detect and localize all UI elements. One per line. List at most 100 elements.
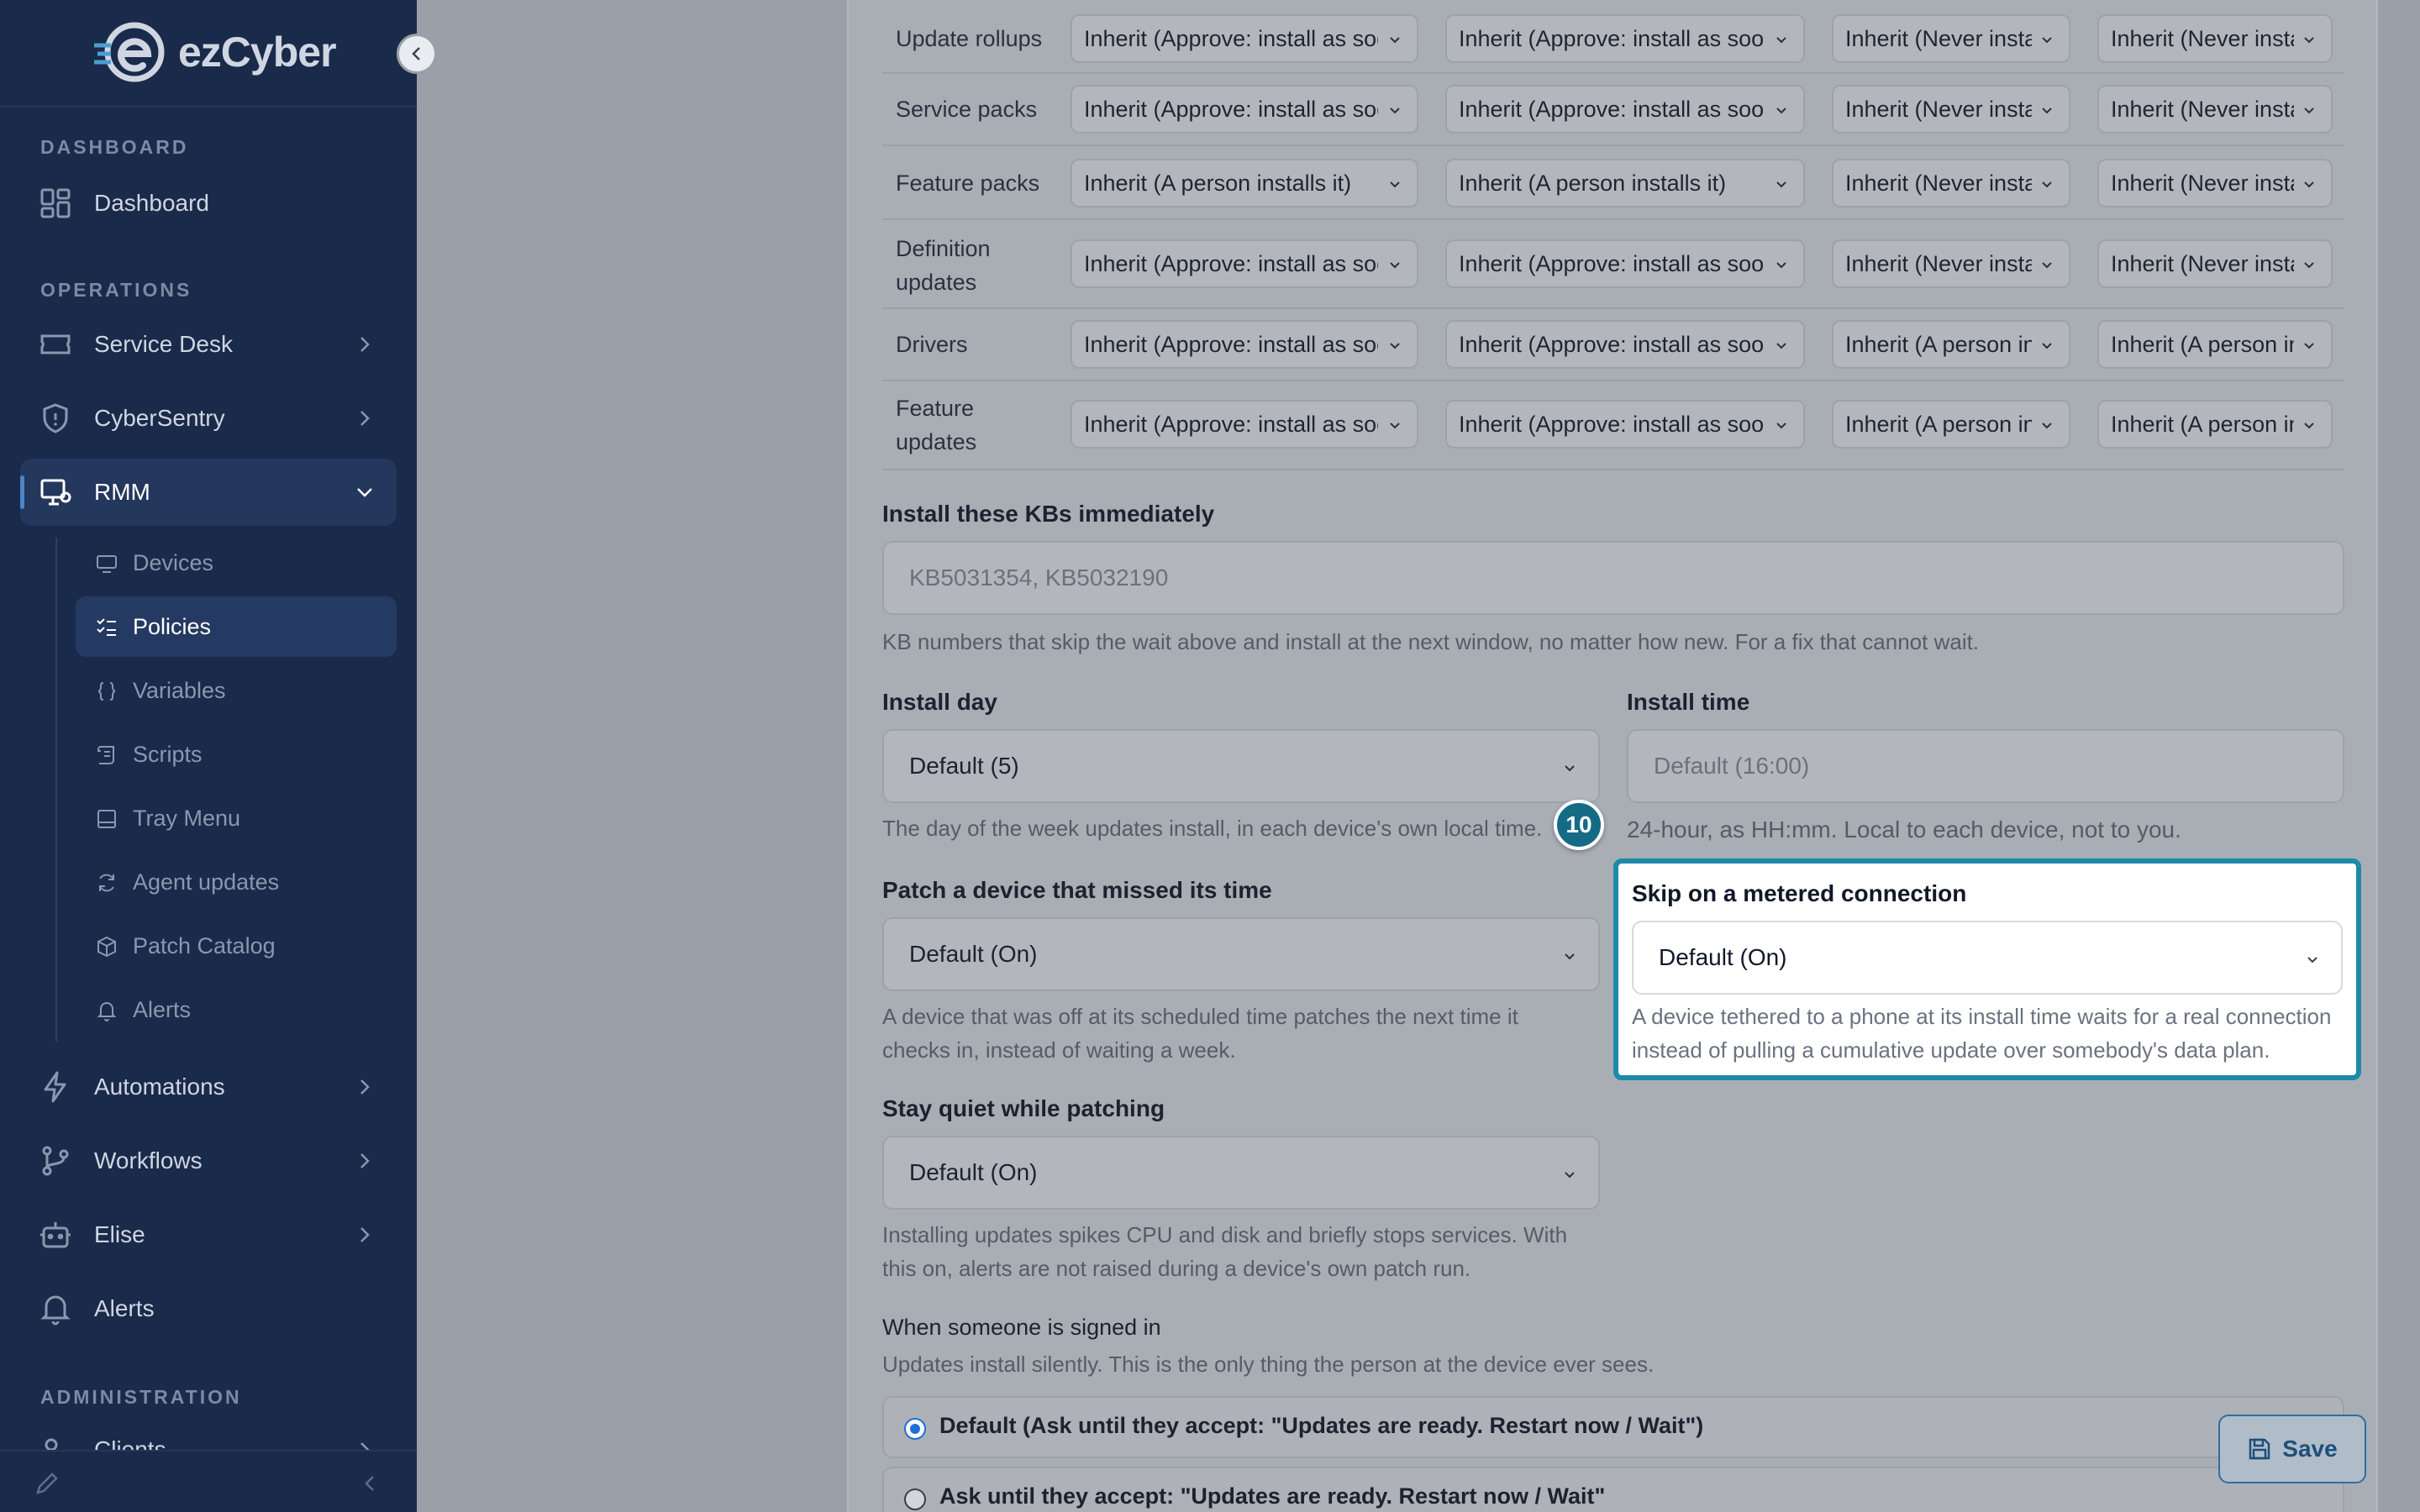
policy-select[interactable]: Inherit (A person installs it) — [1832, 400, 2070, 449]
sidebar-subitem-policies[interactable]: Policies — [76, 596, 397, 657]
row-label: updates — [896, 270, 977, 295]
policy-select[interactable]: Inherit (Never install) — [2097, 239, 2333, 288]
chevron-left-icon[interactable] — [360, 1472, 380, 1495]
policy-select[interactable]: Inherit (Never install) — [1832, 159, 2070, 207]
signed-in-label: When someone is signed in — [882, 1315, 1161, 1340]
sidebar-collapse-button[interactable] — [397, 34, 437, 74]
sidebar-item-dashboard[interactable]: Dashboard — [20, 170, 397, 237]
chevron-down-icon — [1776, 423, 1786, 429]
chevron-down-icon — [1390, 181, 1400, 188]
policy-select[interactable]: Inherit (Never install) — [2097, 14, 2333, 63]
pencil-icon[interactable] — [34, 1470, 60, 1497]
git-branch-icon — [42, 1146, 69, 1176]
sidebar-item-cybersentry[interactable]: CyberSentry — [20, 385, 397, 452]
save-button[interactable]: Save — [2218, 1415, 2366, 1483]
policy-select[interactable]: Inherit (Approve: install as soon as rel… — [1445, 320, 1805, 369]
sidebar-subitem-alerts[interactable]: Alerts — [76, 979, 397, 1040]
install-time-input[interactable]: Default (16:00) — [1627, 729, 2344, 803]
table-row: Update rollups Inherit (Approve: install… — [882, 0, 2344, 74]
policy-select[interactable]: Inherit (Approve: install as soon as rel… — [1445, 14, 1805, 63]
policy-select[interactable]: Inherit (Never install) — [1832, 85, 2070, 134]
chevron-down-icon — [1776, 343, 1786, 349]
policy-select[interactable]: Inherit (Never install) — [1832, 14, 2070, 63]
sidebar-footer — [0, 1450, 417, 1512]
sidebar-item-elise[interactable]: Elise — [20, 1201, 397, 1268]
bell-icon — [40, 1295, 71, 1326]
chevron-down-icon — [2042, 37, 2052, 44]
chevron-down-icon — [1776, 108, 1786, 114]
sidebar-subitem-variables[interactable]: Variables — [76, 660, 397, 721]
brand-logo[interactable]: ezCyber — [92, 20, 337, 84]
chevron-down-icon — [357, 488, 372, 497]
chevron-down-icon — [1390, 108, 1400, 114]
radio-button-selected[interactable] — [904, 1418, 926, 1440]
kbs-help: KB numbers that skip the wait above and … — [882, 629, 1980, 654]
policy-select[interactable]: Inherit (Never install) — [2097, 85, 2333, 134]
radio-option[interactable]: Default (Ask until they accept: "Updates… — [882, 1396, 2344, 1458]
submenu-line — [55, 538, 57, 1042]
active-indicator — [20, 475, 24, 509]
sidebar-item-service-desk[interactable]: Service Desk — [20, 311, 397, 378]
policy-select[interactable]: Inherit (Approve: install as soon as rel… — [1445, 239, 1805, 288]
quiet-help-line: Installing updates spikes CPU and disk a… — [882, 1222, 1568, 1247]
chevron-down-icon — [1565, 1172, 1575, 1179]
sidebar-item-workflows[interactable]: Workflows — [20, 1127, 397, 1194]
policy-select[interactable]: Inherit (Approve: install as soon as rel… — [1071, 239, 1418, 288]
policy-select[interactable]: Inherit (A person installs it) — [2097, 400, 2333, 449]
quiet-select[interactable]: Default (On) — [882, 1136, 1600, 1210]
sidebar-subitem-agent-updates[interactable]: Agent updates — [76, 852, 397, 912]
missed-help-line: A device that was off at its scheduled t… — [882, 1004, 1518, 1029]
bell-icon — [97, 1002, 117, 1021]
sidebar-subitem-label: Policies — [133, 613, 212, 639]
sidebar-item-label: RMM — [94, 479, 150, 505]
sidebar-subitem-patch-catalog[interactable]: Patch Catalog — [76, 916, 397, 976]
sidebar-subitem-devices[interactable]: Devices — [76, 533, 397, 593]
chevron-right-icon — [360, 1079, 370, 1095]
policy-select[interactable]: Inherit (Approve: install as soon as rel… — [1071, 320, 1418, 369]
chevron-down-icon — [2304, 108, 2314, 114]
chevron-down-icon — [2304, 181, 2314, 188]
metered-highlight-card: Skip on a metered connection Default (On… — [1613, 858, 2361, 1080]
kbs-input[interactable]: KB5031354, KB5032190 — [882, 541, 2344, 615]
sidebar-subitem-label: Scripts — [133, 741, 203, 767]
chevron-down-icon — [1776, 37, 1786, 44]
table-row: Drivers Inherit (Approve: install as soo… — [882, 309, 2344, 381]
sidebar-subitem-tray-menu[interactable]: Tray Menu — [76, 788, 397, 848]
chevron-right-icon — [360, 1227, 370, 1242]
missed-select[interactable]: Default (On) — [882, 917, 1600, 991]
metered-select[interactable]: Default (On) — [1632, 921, 2343, 995]
policy-select[interactable]: Inherit (A person installs it) — [1832, 320, 2070, 369]
chevron-down-icon — [1390, 343, 1400, 349]
chevron-down-icon — [2042, 343, 2052, 349]
policy-select[interactable]: Inherit (Never install) — [1832, 239, 2070, 288]
policy-select[interactable]: Inherit (A person installs it) — [2097, 320, 2333, 369]
table-row: Definition updates Inherit (Approve: ins… — [882, 220, 2344, 309]
radio-button[interactable] — [904, 1488, 926, 1510]
metered-help-line: A device tethered to a phone at its inst… — [1632, 1004, 2332, 1029]
sidebar-item-label: CyberSentry — [94, 405, 225, 431]
chevron-down-icon — [2304, 423, 2314, 429]
radio-option[interactable]: Ask until they accept: "Updates are read… — [882, 1467, 2344, 1512]
install-day-select[interactable]: Default (5) — [882, 729, 1600, 803]
sidebar-item-alerts[interactable]: Alerts — [20, 1275, 397, 1342]
policy-select[interactable]: Inherit (Approve: install as soon as rel… — [1071, 400, 1418, 449]
policy-select[interactable]: Inherit (Never install) — [2097, 159, 2333, 207]
table-row: Feature updates Inherit (Approve: instal… — [882, 381, 2344, 470]
sidebar-subitem-label: Tray Menu — [133, 805, 241, 831]
sidebar-item-rmm[interactable]: RMM — [20, 459, 397, 526]
sidebar-item-automations[interactable]: Automations — [20, 1053, 397, 1121]
row-label: Drivers — [896, 332, 968, 357]
chevron-right-icon — [360, 337, 370, 352]
policy-select[interactable]: Inherit (A person installs it) — [1445, 159, 1805, 207]
ticket-icon — [40, 334, 71, 354]
row-label: Definition — [896, 236, 991, 261]
policy-select[interactable]: Inherit (Approve: install as soon as rel… — [1445, 400, 1805, 449]
step-badge: 10 — [1554, 800, 1604, 850]
sidebar-subitem-scripts[interactable]: Scripts — [76, 724, 397, 785]
policy-select[interactable]: Inherit (A person installs it) — [1071, 159, 1418, 207]
policy-select[interactable]: Inherit (Approve: install as soon as rel… — [1445, 85, 1805, 134]
chevron-down-icon — [2304, 343, 2314, 349]
signed-in-help: Updates install silently. This is the on… — [882, 1352, 1655, 1377]
policy-select[interactable]: Inherit (Approve: install as soon as rel… — [1071, 85, 1418, 134]
policy-select[interactable]: Inherit (Approve: install as soon as rel… — [1071, 14, 1418, 63]
